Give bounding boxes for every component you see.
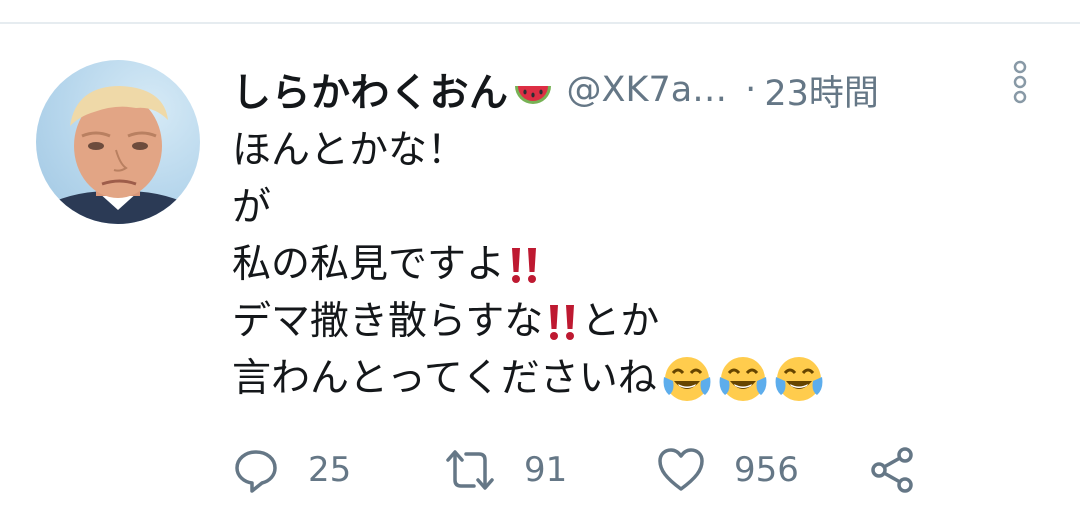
top-divider — [0, 22, 1080, 24]
reply-count: 25 — [308, 450, 352, 490]
tweet-line-4-text: デマ撒き散らすな — [232, 299, 544, 344]
reply-button[interactable]: 25 — [232, 440, 351, 500]
tears-of-joy-icon — [661, 353, 713, 405]
tweet-line-1-text: ほんとかな！ — [232, 128, 467, 173]
double-exclamation-icon — [505, 244, 543, 286]
more-options-icon[interactable] — [1006, 60, 1034, 104]
retweet-icon — [446, 450, 494, 490]
tweet-actions: 25 91 956 — [232, 440, 952, 500]
like-count: 956 — [734, 450, 799, 490]
tweet-line-4: デマ撒き散らすな とか — [232, 293, 1032, 350]
share-icon — [871, 447, 913, 493]
tweet-line-3-text: 私の私見ですよ — [232, 242, 506, 287]
display-name[interactable]: しらかわくおん — [232, 62, 509, 118]
reply-icon — [235, 450, 277, 493]
tweet-line-1: ほんとかな！ — [232, 122, 1032, 179]
timestamp[interactable]: 23時間 — [764, 65, 879, 116]
tweet-line-5: 言わんとってくださいね — [232, 350, 1032, 407]
tweet-line-5-text: 言わんとってくださいね — [232, 356, 657, 401]
tweet-line-2: が — [232, 179, 1032, 236]
double-exclamation-icon — [543, 301, 581, 343]
avatar-face-image — [36, 86, 200, 224]
tweet-line-3: 私の私見ですよ — [232, 236, 1032, 293]
heart-icon — [658, 448, 704, 491]
retweet-button[interactable]: 91 — [444, 440, 567, 500]
tears-of-joy-icon — [773, 353, 825, 405]
watermelon-icon — [511, 68, 555, 112]
tweet-line-2-text: が — [232, 185, 272, 230]
avatar[interactable] — [36, 60, 200, 224]
retweet-count: 91 — [524, 450, 568, 490]
tweet-line-4-suffix: とか — [581, 299, 660, 344]
user-handle[interactable]: @XK7a… — [567, 70, 728, 110]
tweet-text: ほんとかな！ が 私の私見ですよ デマ撒き散らすな とか 言わんとってくださいね — [232, 122, 1032, 407]
tears-of-joy-icon — [717, 353, 769, 405]
share-button[interactable] — [868, 440, 918, 500]
tweet-header: しらかわくおん @XK7a… · 23時間 — [232, 60, 992, 120]
like-button[interactable]: 956 — [656, 440, 799, 500]
meta-separator: · — [745, 70, 757, 110]
